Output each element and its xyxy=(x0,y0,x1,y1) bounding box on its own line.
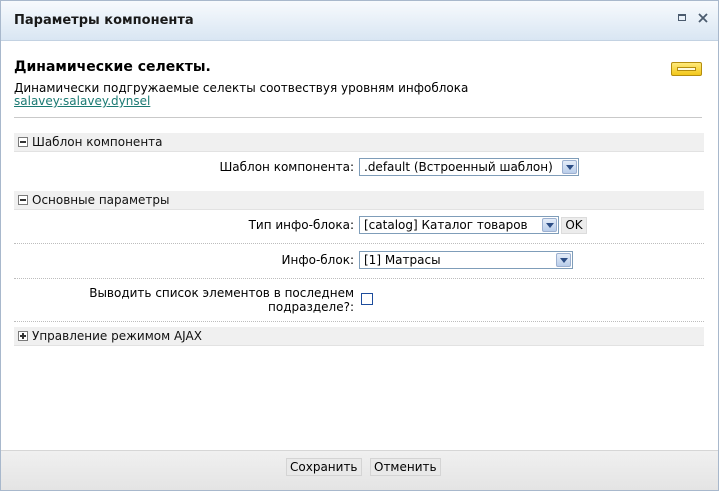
show-last-label-line2: подразделе?: xyxy=(268,300,354,314)
dialog-title: Параметры компонента xyxy=(14,13,194,28)
save-button[interactable]: Сохранить xyxy=(286,458,362,476)
chevron-down-icon[interactable] xyxy=(556,253,571,267)
component-description: Динамически подгружаемые селекты соотвес… xyxy=(14,81,469,95)
component-id-link[interactable]: salavey:salavey.dynsel xyxy=(14,94,150,108)
show-last-section-label: Выводить список элементов в последнем по… xyxy=(89,286,354,314)
iblock-type-select[interactable]: [catalog] Каталог товаров xyxy=(359,216,559,234)
iblock-type-value: [catalog] Каталог товаров xyxy=(364,218,528,232)
template-select-value: .default (Встроенный шаблон) xyxy=(364,160,553,174)
maximize-icon[interactable] xyxy=(676,11,690,25)
ok-button[interactable]: OK xyxy=(561,217,587,234)
section-label: Шаблон компонента xyxy=(32,135,163,149)
chevron-down-icon[interactable] xyxy=(542,218,557,232)
template-field-label: Шаблон компонента: xyxy=(219,160,354,174)
show-last-label-line1: Выводить список элементов в последнем xyxy=(89,286,354,300)
divider xyxy=(14,278,704,279)
expand-icon[interactable] xyxy=(18,331,28,341)
show-last-section-checkbox[interactable] xyxy=(361,293,373,305)
divider xyxy=(14,243,704,244)
section-label: Управление режимом AJAX xyxy=(32,329,202,343)
section-label: Основные параметры xyxy=(32,193,170,207)
cancel-button[interactable]: Отменить xyxy=(370,458,441,476)
component-params-dialog: Параметры компонента Динамические селект… xyxy=(0,0,719,491)
iblock-value: [1] Матрасы xyxy=(364,253,441,267)
section-header-ajax[interactable]: Управление режимом AJAX xyxy=(14,327,704,346)
section-header-main[interactable]: Основные параметры xyxy=(14,191,704,210)
section-header-template[interactable]: Шаблон компонента xyxy=(14,133,704,152)
iblock-label: Инфо-блок: xyxy=(281,253,354,267)
collapse-icon[interactable] xyxy=(18,195,28,205)
iblock-type-label: Тип инфо-блока: xyxy=(248,218,354,232)
divider xyxy=(14,117,702,118)
help-icon[interactable] xyxy=(671,62,702,76)
chevron-down-icon[interactable] xyxy=(562,160,577,174)
iblock-select[interactable]: [1] Матрасы xyxy=(359,251,573,269)
divider xyxy=(14,321,704,322)
collapse-icon[interactable] xyxy=(18,137,28,147)
component-title: Динамические селекты. xyxy=(14,59,211,75)
close-icon[interactable] xyxy=(696,11,710,25)
template-select[interactable]: .default (Встроенный шаблон) xyxy=(359,158,579,176)
dialog-titlebar[interactable]: Параметры компонента xyxy=(1,1,718,41)
